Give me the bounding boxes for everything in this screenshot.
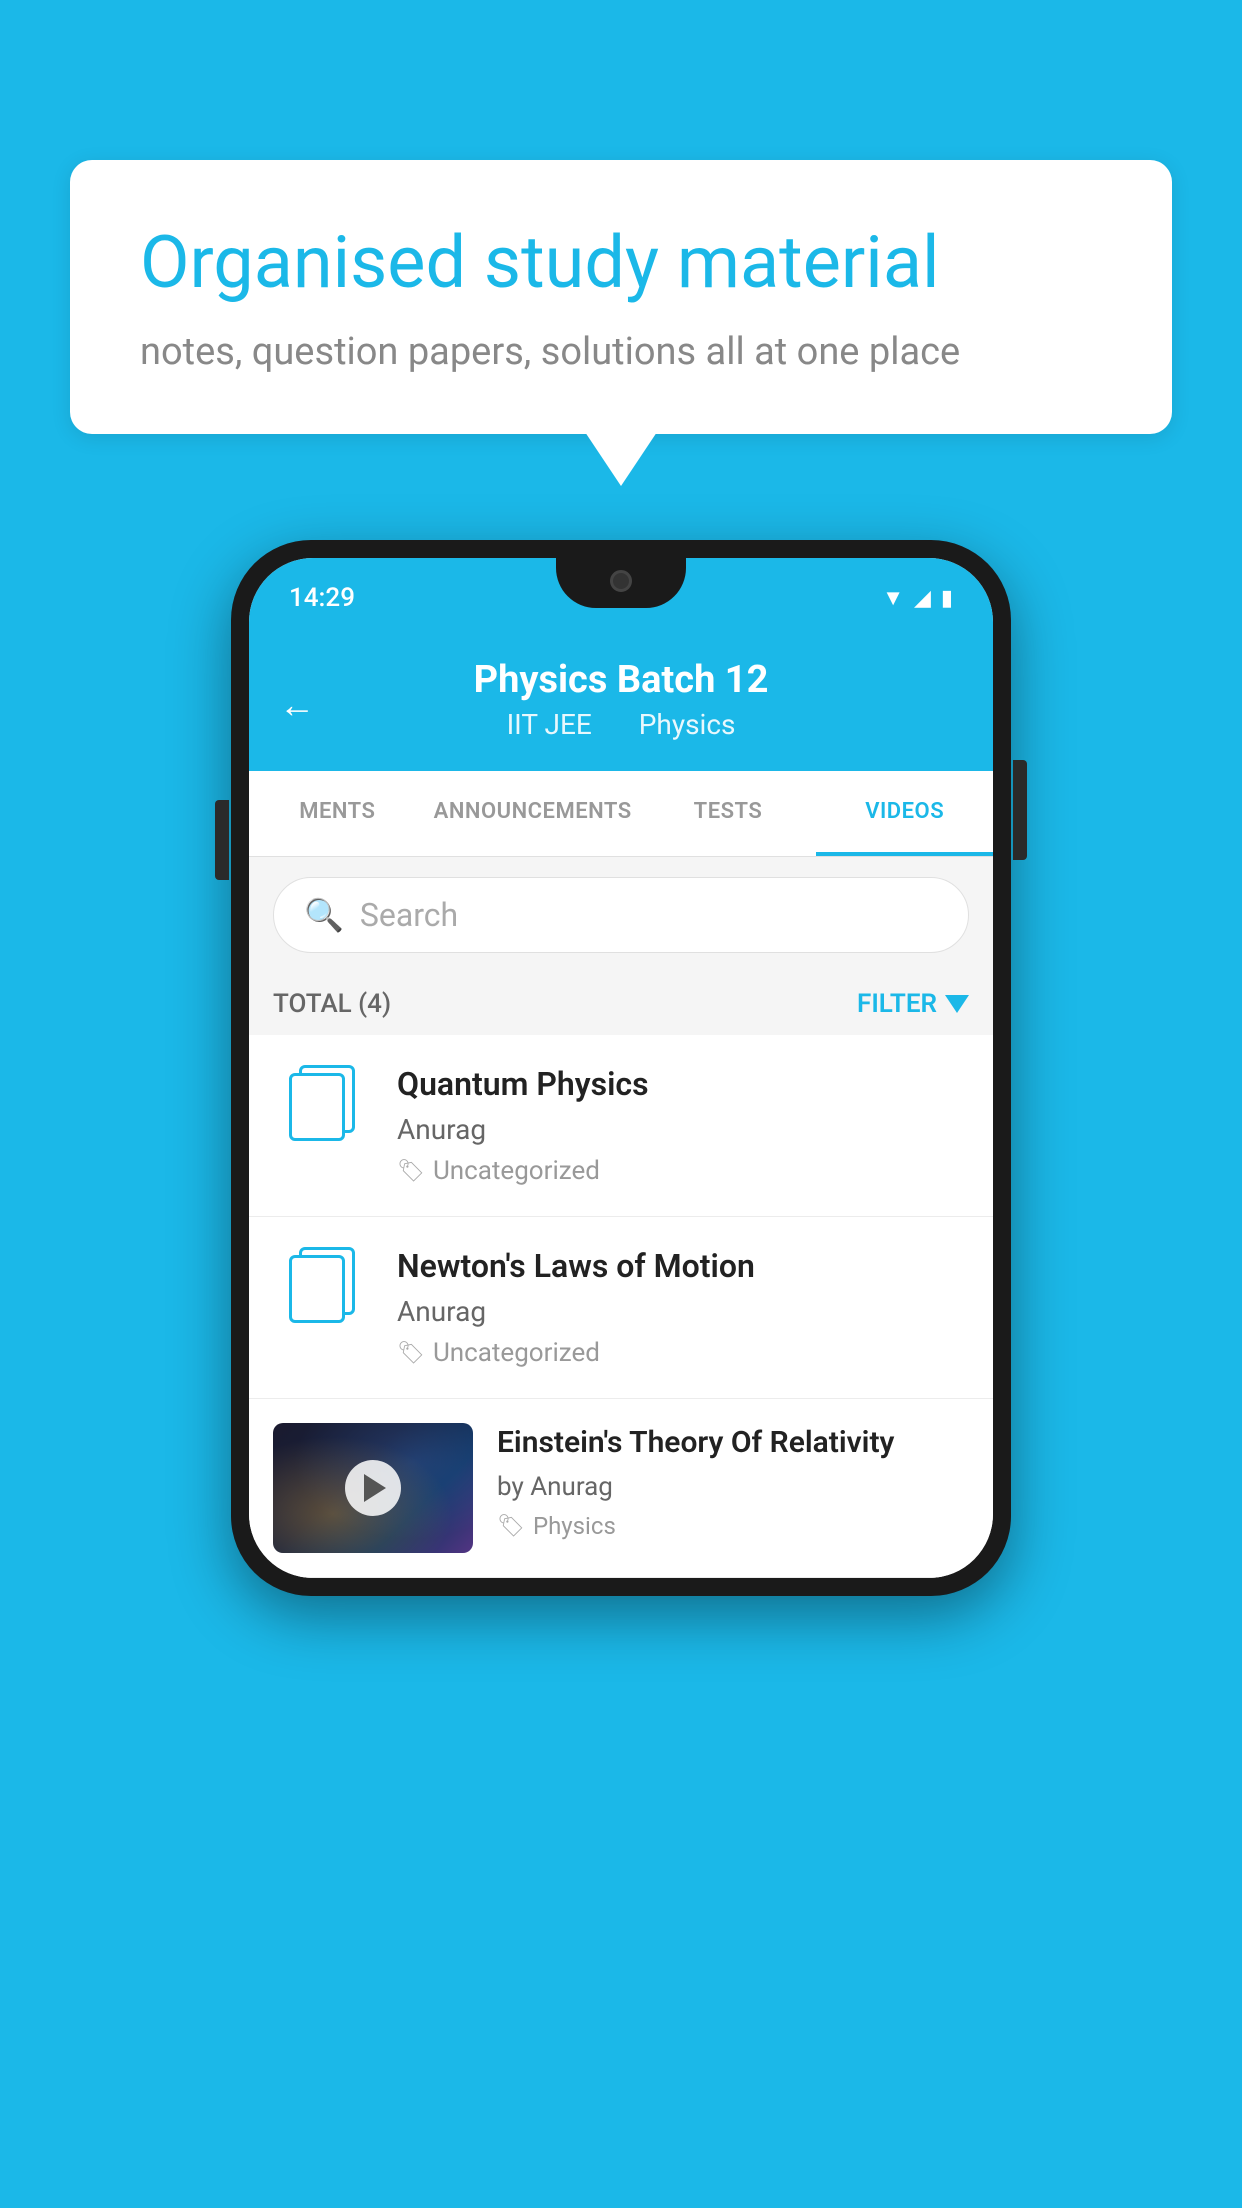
- list-item[interactable]: Einstein's Theory Of Relativity by Anura…: [249, 1399, 993, 1578]
- video-thumbnail: [273, 1423, 473, 1553]
- file-icon-wrap: [273, 1065, 373, 1147]
- filter-button[interactable]: FILTER: [857, 989, 969, 1019]
- tag-label: Uncategorized: [433, 1156, 600, 1186]
- speech-bubble-container: Organised study material notes, question…: [70, 160, 1172, 434]
- header-tag2: Physics: [639, 708, 736, 741]
- video-tag: 🏷 Uncategorized: [397, 1156, 969, 1186]
- tab-announcements[interactable]: ANNOUNCEMENTS: [426, 771, 640, 856]
- tag-label: Uncategorized: [433, 1338, 600, 1368]
- status-time: 14:29: [289, 583, 355, 613]
- wifi-icon: ▼: [882, 585, 904, 611]
- video-info: Einstein's Theory Of Relativity by Anura…: [497, 1423, 969, 1540]
- speech-bubble-subtitle: notes, question papers, solutions all at…: [140, 330, 1102, 374]
- play-icon: [364, 1474, 386, 1502]
- video-title: Newton's Laws of Motion: [397, 1247, 969, 1285]
- file-icon-wrap: [273, 1247, 373, 1329]
- video-title: Einstein's Theory Of Relativity: [497, 1423, 969, 1462]
- filter-icon: [945, 995, 969, 1013]
- filter-row: TOTAL (4) FILTER: [249, 973, 993, 1035]
- file-icon: [289, 1247, 357, 1329]
- tab-videos[interactable]: VIDEOS: [816, 771, 993, 856]
- header-tag1: IIT JEE: [507, 708, 592, 741]
- list-item[interactable]: Newton's Laws of Motion Anurag 🏷 Uncateg…: [249, 1217, 993, 1399]
- signal-icon: ◢: [914, 586, 931, 611]
- status-bar: 14:29 ▼ ◢ ▮: [249, 558, 993, 638]
- tag-label: Physics: [533, 1512, 616, 1540]
- play-button[interactable]: [345, 1460, 401, 1516]
- video-tag: 🏷 Uncategorized: [397, 1338, 969, 1368]
- header-subtitle: IIT JEE Physics: [279, 708, 963, 741]
- app-header: ← Physics Batch 12 IIT JEE Physics: [249, 638, 993, 771]
- speech-bubble: Organised study material notes, question…: [70, 160, 1172, 434]
- search-bar[interactable]: 🔍 Search: [273, 877, 969, 953]
- search-placeholder: Search: [360, 896, 458, 934]
- list-item[interactable]: Quantum Physics Anurag 🏷 Uncategorized: [249, 1035, 993, 1217]
- video-title: Quantum Physics: [397, 1065, 969, 1103]
- notch: [556, 558, 686, 608]
- phone-wrapper: 14:29 ▼ ◢ ▮ ← Physics Batch 12 IIT JEE P…: [231, 540, 1011, 1596]
- search-container: 🔍 Search: [249, 857, 993, 973]
- video-info: Quantum Physics Anurag 🏷 Uncategorized: [397, 1065, 969, 1186]
- tag-icon: 🏷: [397, 1159, 425, 1184]
- back-button[interactable]: ←: [279, 684, 315, 726]
- total-count: TOTAL (4): [273, 989, 391, 1019]
- tabs-bar: MENTS ANNOUNCEMENTS TESTS VIDEOS: [249, 771, 993, 857]
- tag-icon: 🏷: [497, 1514, 525, 1539]
- phone-outer: 14:29 ▼ ◢ ▮ ← Physics Batch 12 IIT JEE P…: [231, 540, 1011, 1596]
- video-author: Anurag: [397, 1113, 969, 1146]
- video-tag: 🏷 Physics: [497, 1512, 969, 1540]
- battery-icon: ▮: [941, 586, 953, 611]
- video-info: Newton's Laws of Motion Anurag 🏷 Uncateg…: [397, 1247, 969, 1368]
- camera: [610, 570, 632, 592]
- tab-ments[interactable]: MENTS: [249, 771, 426, 856]
- tab-tests[interactable]: TESTS: [640, 771, 817, 856]
- tag-icon: 🏷: [397, 1341, 425, 1366]
- file-icon: [289, 1065, 357, 1147]
- video-author: Anurag: [397, 1295, 969, 1328]
- search-icon: 🔍: [304, 896, 344, 934]
- status-icons: ▼ ◢ ▮: [882, 585, 953, 611]
- filter-label: FILTER: [857, 989, 937, 1019]
- videos-list: Quantum Physics Anurag 🏷 Uncategorized: [249, 1035, 993, 1578]
- speech-bubble-title: Organised study material: [140, 220, 1102, 306]
- video-author: by Anurag: [497, 1472, 969, 1502]
- header-title: Physics Batch 12: [279, 658, 963, 702]
- phone-screen: 14:29 ▼ ◢ ▮ ← Physics Batch 12 IIT JEE P…: [249, 558, 993, 1578]
